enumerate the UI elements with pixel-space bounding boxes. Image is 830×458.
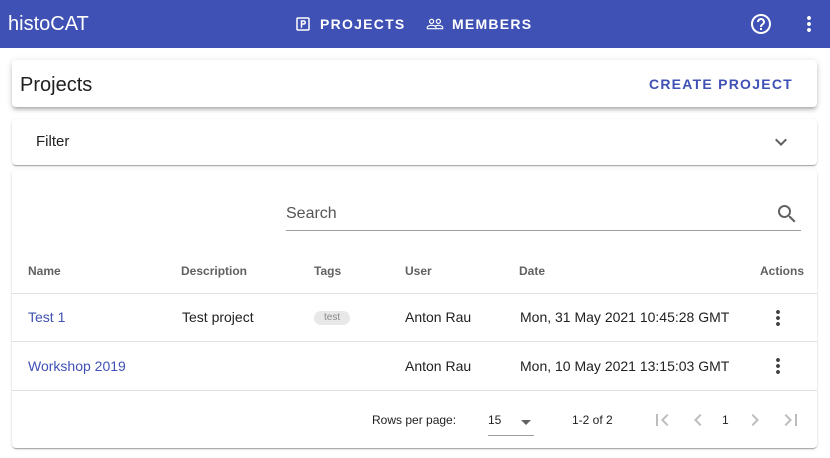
column-header-user[interactable]: User: [405, 264, 432, 278]
project-description: Test project: [182, 309, 254, 325]
header-divider: [12, 293, 817, 294]
tag-chip: test: [314, 311, 351, 325]
column-header-actions: Actions: [760, 264, 805, 278]
page-number: 1: [722, 413, 729, 427]
filter-panel[interactable]: Filter: [12, 119, 817, 165]
first-page-icon[interactable]: [650, 408, 674, 432]
chevron-right-icon[interactable]: [743, 408, 767, 432]
project-name-link[interactable]: Workshop 2019: [28, 358, 126, 374]
nav-tab-label: MEMBERS: [452, 16, 533, 32]
chevron-left-icon[interactable]: [686, 408, 710, 432]
chevron-down-icon[interactable]: [769, 130, 793, 154]
more-vert-icon[interactable]: [766, 354, 790, 378]
projects-table-card: Name Description Tags User Date Actions …: [12, 170, 817, 448]
search-input[interactable]: [286, 202, 766, 226]
project-date: Mon, 10 May 2021 13:15:03 GMT: [520, 358, 730, 374]
project-date: Mon, 31 May 2021 10:45:28 GMT: [520, 309, 730, 325]
create-project-button[interactable]: CREATE PROJECT: [649, 74, 793, 94]
search-icon: [778, 205, 796, 223]
dropdown-arrow-icon: [521, 420, 531, 425]
column-header-description[interactable]: Description: [181, 264, 247, 278]
rows-per-page-select[interactable]: 15: [488, 408, 534, 436]
page-range: 1-2 of 2: [572, 413, 613, 427]
last-page-icon[interactable]: [779, 408, 803, 432]
project-name-link[interactable]: Test 1: [28, 309, 65, 325]
row-divider: [12, 341, 817, 342]
more-vert-icon[interactable]: [766, 306, 790, 330]
more-vert-icon[interactable]: [797, 12, 821, 36]
members-icon: [426, 18, 444, 30]
search-field: [286, 198, 801, 231]
filter-label: Filter: [36, 133, 70, 150]
app-title[interactable]: histoCAT: [8, 12, 89, 36]
page-title: Projects: [20, 74, 93, 96]
nav-tab-projects[interactable]: PROJECTS: [294, 0, 405, 48]
column-header-tags[interactable]: Tags: [314, 264, 341, 278]
projects-icon: [296, 17, 310, 31]
rows-per-page-value: 15: [488, 413, 502, 427]
column-header-date[interactable]: Date: [519, 264, 545, 278]
app-bar: histoCAT PROJECTS MEMBERS: [0, 0, 830, 48]
project-user: Anton Rau: [405, 309, 472, 325]
nav-tab-members[interactable]: MEMBERS: [426, 0, 532, 48]
column-header-name[interactable]: Name: [28, 264, 61, 278]
project-user: Anton Rau: [405, 358, 472, 374]
help-circle-icon[interactable]: [749, 12, 773, 36]
row-divider: [12, 390, 817, 391]
rows-per-page-label: Rows per page:: [372, 413, 457, 427]
nav-tab-label: PROJECTS: [320, 16, 406, 32]
page-header: Projects CREATE PROJECT: [12, 60, 817, 107]
